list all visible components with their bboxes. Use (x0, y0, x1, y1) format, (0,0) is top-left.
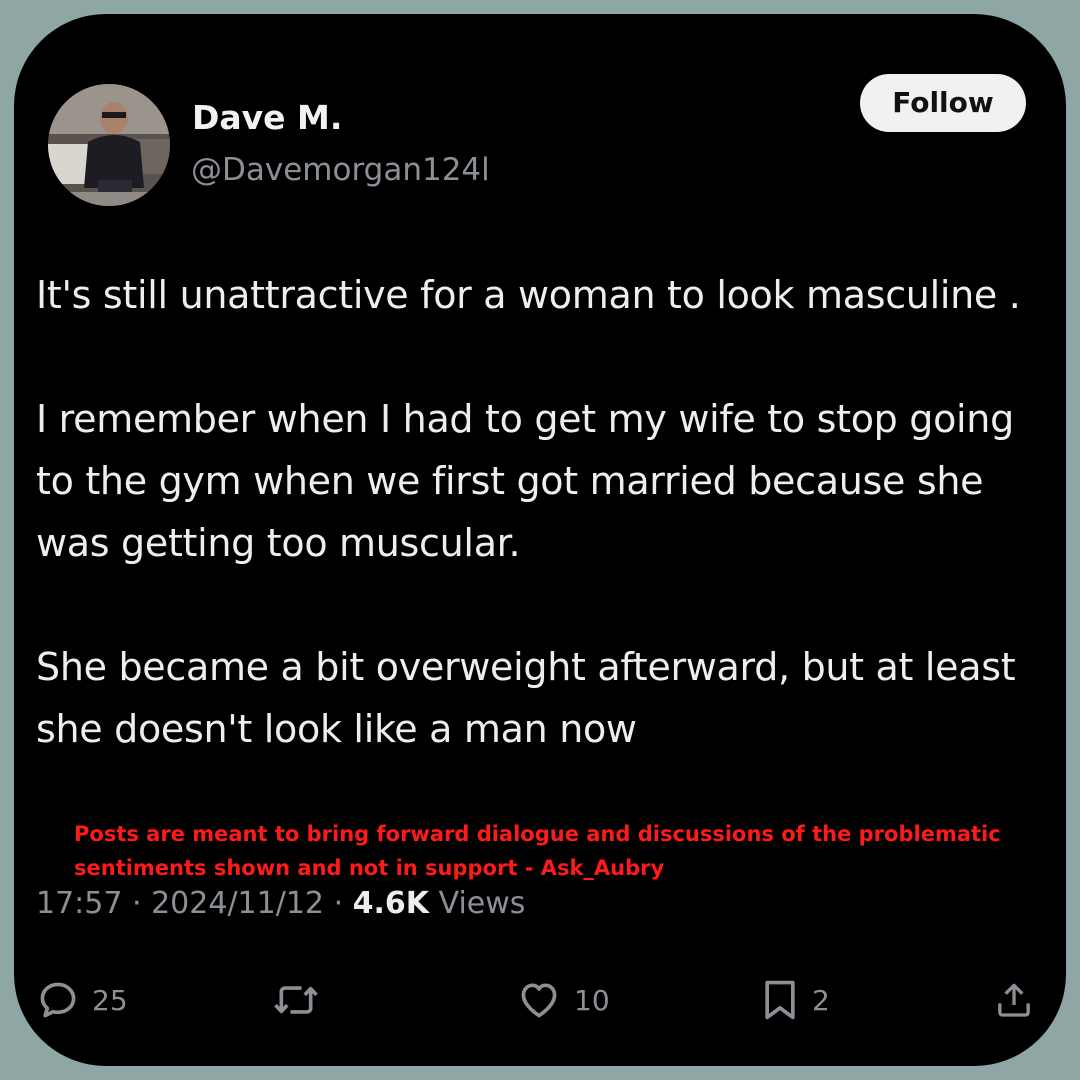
like-count: 10 (574, 983, 610, 1017)
screenshot-frame: Dave M. @Davemorgan124l Follow It's stil… (0, 0, 1080, 1080)
follow-button[interactable]: Follow (860, 74, 1026, 132)
bookmark-icon (765, 980, 795, 1020)
post-paragraph: I remember when I had to get my wife to … (36, 397, 1014, 565)
reply-count: 25 (92, 983, 128, 1017)
views-count: 4.6K (352, 886, 430, 921)
post-text: It's still unattractive for a woman to l… (36, 264, 1046, 760)
repost-button[interactable] (272, 976, 332, 1024)
user-handle[interactable]: @Davemorgan124l (191, 152, 490, 188)
disclaimer-overlay: Posts are meant to bring forward dialogu… (74, 822, 1001, 880)
views-label: Views (438, 886, 526, 921)
post-paragraph: It's still unattractive for a woman to l… (36, 273, 1021, 317)
speech-bubble-icon (40, 982, 76, 1018)
avatar-photo (48, 84, 170, 206)
reply-button[interactable]: 25 (36, 976, 128, 1024)
like-button[interactable]: 10 (516, 976, 610, 1024)
meta-separator: · (132, 886, 152, 921)
post-time[interactable]: 17:57 (36, 886, 122, 921)
share-button[interactable] (994, 976, 1034, 1024)
post-paragraph: She became a bit overweight afterward, b… (36, 645, 1016, 751)
share-upload-icon (998, 983, 1030, 1017)
bookmark-button[interactable]: 2 (760, 976, 830, 1024)
heart-icon (521, 983, 557, 1018)
bookmark-count: 2 (812, 983, 830, 1017)
meta-separator: · (333, 886, 353, 921)
post-date[interactable]: 2024/11/12 (151, 886, 324, 921)
repost-arrows-icon (274, 986, 318, 1014)
post-card: Dave M. @Davemorgan124l Follow It's stil… (14, 14, 1066, 1066)
post-meta: 17:57 · 2024/11/12 · 4.6K Views (36, 886, 525, 921)
display-name[interactable]: Dave M. (192, 98, 342, 137)
avatar[interactable] (48, 84, 170, 206)
